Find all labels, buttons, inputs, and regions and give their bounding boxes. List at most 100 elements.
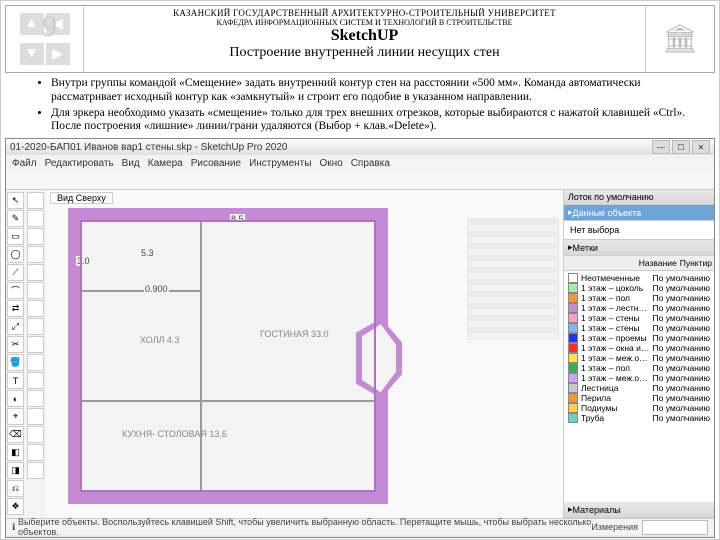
tool-tape-icon[interactable]: ⌖ <box>7 408 24 425</box>
tool-icon[interactable] <box>27 354 44 371</box>
nav-right-icon[interactable]: ▶ <box>46 43 70 65</box>
menu-item[interactable]: Инструменты <box>249 158 311 169</box>
tool-icon[interactable] <box>27 390 44 407</box>
tool-paint-icon[interactable]: 🪣 <box>7 354 24 371</box>
layer-row[interactable]: ТрубаПо умолчанию <box>566 413 712 423</box>
tool-pencil-icon[interactable]: ✎ <box>7 210 24 227</box>
layer-row[interactable]: 1 этаж – проемыПо умолчанию <box>566 333 712 343</box>
tool-icon[interactable] <box>27 228 44 245</box>
tool-delete-icon[interactable]: ⌫ <box>7 426 24 443</box>
tool-arc-icon[interactable]: ⌒ <box>7 282 24 299</box>
layer-swatch <box>568 393 578 403</box>
layer-row[interactable]: 1 этаж – цокольПо умолчанию <box>566 283 712 293</box>
layer-name: 1 этаж – стены <box>581 313 650 323</box>
materials-header[interactable]: ▸ Материалы <box>564 502 714 518</box>
layer-name: Лестница <box>581 383 650 393</box>
tool-icon[interactable] <box>27 372 44 389</box>
tool-text-icon[interactable]: T <box>7 372 24 389</box>
layer-row[interactable]: ПерилаПо умолчанию <box>566 393 712 403</box>
tool-icon[interactable] <box>27 408 44 425</box>
bay-window <box>356 318 402 398</box>
nav-down-icon[interactable]: ▼ <box>20 43 44 65</box>
layer-swatch <box>568 363 578 373</box>
tool-icon[interactable] <box>27 462 44 479</box>
menubar: Файл Редактировать Вид Камера Рисование … <box>6 155 714 171</box>
tool-orbit-icon[interactable]: ❖ <box>7 498 24 515</box>
tool-icon[interactable] <box>27 264 44 281</box>
menu-item[interactable]: Камера <box>148 158 183 169</box>
tool-rect-icon[interactable]: ▭ <box>7 228 24 245</box>
layer-row[interactable]: 1 этаж – полПо умолчанию <box>566 363 712 373</box>
layer-swatch <box>568 373 578 383</box>
layer-swatch <box>568 273 578 283</box>
layer-row[interactable]: ПодиумыПо умолчанию <box>566 403 712 413</box>
app-name: SketchUP <box>88 27 641 45</box>
tray-header[interactable]: Лоток по умолчанию <box>564 190 714 205</box>
scene-tab[interactable]: Вид Сверху <box>50 192 113 204</box>
layer-list: НеотмеченныеПо умолчанию1 этаж – цокольП… <box>564 271 714 502</box>
tool-icon[interactable] <box>27 426 44 443</box>
layer-row[interactable]: 1 этаж – окна и двериПо умолчанию <box>566 343 712 353</box>
layer-dash: По умолчанию <box>653 323 710 333</box>
layer-name: 1 этаж – проемы <box>581 333 650 343</box>
tool-undo-icon[interactable]: ⎌ <box>7 480 24 497</box>
layer-row[interactable]: ЛестницаПо умолчанию <box>566 383 712 393</box>
tool-a-icon[interactable]: ◧ <box>7 444 24 461</box>
layer-row[interactable]: 1 этаж – лестницаПо умолчанию <box>566 303 712 313</box>
nav-up-icon[interactable]: ▲ <box>20 13 44 35</box>
minimize-button[interactable]: — <box>652 140 670 154</box>
layer-swatch <box>568 313 578 323</box>
layer-row[interactable]: 1 этаж – стеныПо умолчанию <box>566 323 712 333</box>
layer-dash: По умолчанию <box>653 383 710 393</box>
university-name: КАЗАНСКИЙ ГОСУДАРСТВЕННЫЙ АРХИТЕКТУРНО-С… <box>88 8 641 18</box>
tool-icon[interactable] <box>27 318 44 335</box>
tool-erase-icon[interactable]: ✂ <box>7 336 24 353</box>
room-hall: ХОЛЛ 4.3 <box>140 336 179 346</box>
tool-line-icon[interactable]: ⟋ <box>7 264 24 281</box>
maximize-button[interactable]: ☐ <box>672 140 690 154</box>
layer-name: Труба <box>581 413 650 423</box>
layer-swatch <box>568 333 578 343</box>
top-toolbar[interactable] <box>6 171 714 190</box>
tool-rotate-icon[interactable]: ◐ <box>7 390 24 407</box>
menu-item[interactable]: Рисование <box>191 158 241 169</box>
outer-walls: 8.5 3.0 5.3 0.900 ХОЛЛ 4.3 ГОСТИНАЯ 33.0… <box>68 208 388 504</box>
topic-title: Построение внутренней линии несущих стен <box>88 45 641 61</box>
measurement-input[interactable] <box>642 520 708 535</box>
tool-icon[interactable] <box>27 300 44 317</box>
tool-select-icon[interactable]: ↖ <box>7 192 24 209</box>
entity-empty: Нет выбора <box>564 221 714 240</box>
nav-left-icon[interactable]: ◀ <box>46 13 70 35</box>
tool-icon[interactable] <box>27 336 44 353</box>
tool-push-icon[interactable]: ⤢ <box>7 318 24 335</box>
menu-item[interactable]: Файл <box>12 158 37 169</box>
tool-b-icon[interactable]: ◨ <box>7 462 24 479</box>
tool-icon[interactable] <box>27 444 44 461</box>
entity-header[interactable]: ▸ Данные объекта <box>564 205 714 221</box>
tool-move-icon[interactable]: ⇄ <box>7 300 24 317</box>
close-button[interactable]: ✕ <box>692 140 710 154</box>
layer-row[interactable]: 1 этаж – стеныПо умолчанию <box>566 313 712 323</box>
menu-item[interactable]: Вид <box>122 158 140 169</box>
layer-row[interactable]: 1 этаж – полПо умолчанию <box>566 293 712 303</box>
layer-row[interactable]: 1 этаж – меж.окнамиПо умолчанию <box>566 373 712 383</box>
menu-item[interactable]: Справка <box>351 158 390 169</box>
tool-circle-icon[interactable]: ◯ <box>7 246 24 263</box>
layer-name: 1 этаж – меж.окнами <box>581 373 650 383</box>
menu-item[interactable]: Редактировать <box>45 158 114 169</box>
tool-icon[interactable] <box>27 192 44 209</box>
layer-row[interactable]: 1 этаж – меж.окнамиПо умолчанию <box>566 353 712 363</box>
layer-row[interactable]: НеотмеченныеПо умолчанию <box>566 273 712 283</box>
sketchup-window: 01-2020-БАП01 Иванов вар1 стены.skp - Sk… <box>5 138 715 538</box>
tool-icon[interactable] <box>27 282 44 299</box>
dim-label: 5.3 <box>140 248 155 258</box>
layer-swatch <box>568 343 578 353</box>
tool-icon[interactable] <box>27 246 44 263</box>
tool-icon[interactable] <box>27 210 44 227</box>
canvas[interactable]: Вид Сверху 8.5 3.0 5.3 0.900 ХОЛЛ 4.3 ГО… <box>46 190 563 518</box>
right-panel: Лоток по умолчанию ▸ Данные объекта Нет … <box>563 190 714 518</box>
layer-dash: По умолчанию <box>653 333 710 343</box>
tags-header[interactable]: ▸ Метки <box>564 240 714 256</box>
inner-wall <box>200 220 202 492</box>
menu-item[interactable]: Окно <box>319 158 342 169</box>
